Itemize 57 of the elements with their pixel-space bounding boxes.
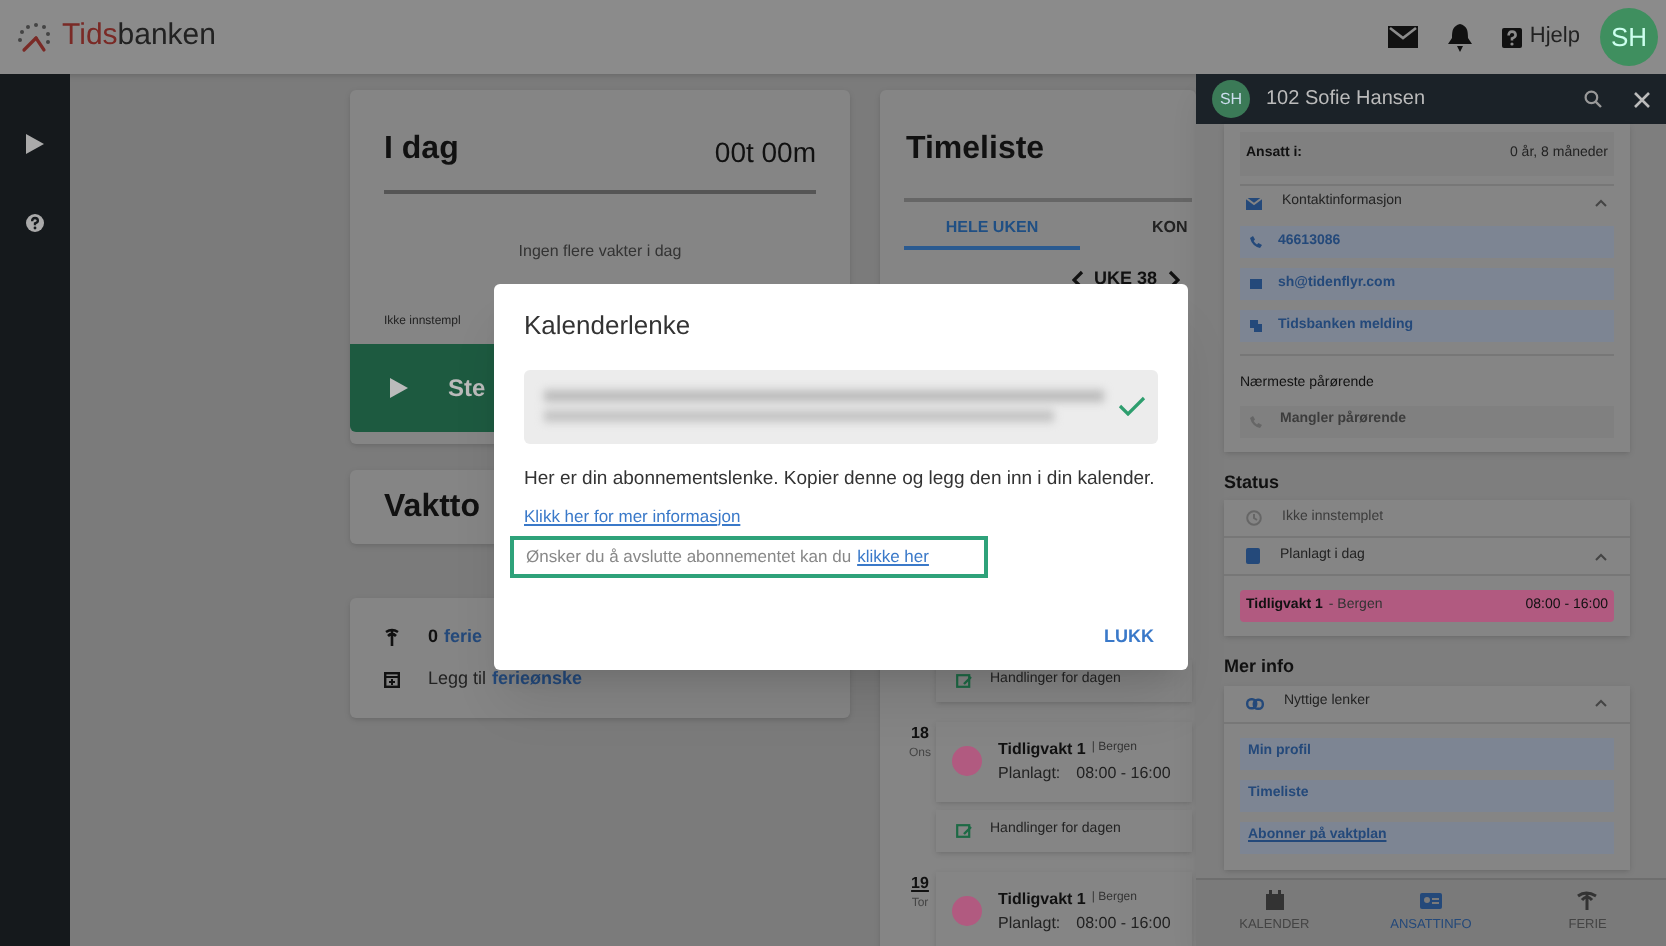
palm-tree-icon: [384, 628, 400, 647]
chevron-icon[interactable]: [1594, 198, 1608, 208]
user-avatar: SH: [1212, 80, 1250, 118]
user-avatar[interactable]: SH: [1600, 8, 1658, 66]
dialog-message: Her er din abonnementslenke. Kopier denne og legg den inn i din kalender.: [524, 465, 1157, 493]
tab[interactable]: KON: [1152, 210, 1188, 250]
unsubscribe-notice: Ønsker du å avslutte abonnementet kan du klikke her: [510, 536, 989, 579]
phone-icon: [1250, 236, 1262, 248]
link-field[interactable]: [524, 369, 1158, 443]
planned-label: Planlagt:: [998, 911, 1061, 935]
dialog-title: Kalenderlenke: [524, 308, 693, 344]
play-icon[interactable]: [26, 134, 44, 154]
help-icon[interactable]: [26, 214, 44, 232]
info-link[interactable]: Klikk her for mer informasjon: [524, 503, 741, 529]
id-card-icon: [1419, 890, 1442, 911]
day-number: 19: [911, 871, 929, 895]
close-icon[interactable]: [1634, 91, 1650, 107]
empty-message: Ingen flere vakter i dag: [516, 240, 684, 264]
employee-name: 102 Sofie Hansen: [1266, 86, 1428, 114]
edit-calendar-icon: [956, 672, 972, 688]
card-title: Timeliste: [906, 130, 1047, 170]
duration-text: 00t 00m: [714, 134, 816, 172]
calendar-add-icon: [384, 669, 400, 688]
phone-icon: [1250, 415, 1262, 427]
chevron-icon[interactable]: [1594, 551, 1608, 561]
day-number: 18: [911, 721, 929, 745]
link-icon: [1246, 697, 1264, 709]
play-icon: [390, 378, 408, 398]
calendar-icon: [1263, 890, 1286, 911]
section-title: Status: [1224, 469, 1282, 495]
edit-calendar-icon: [956, 822, 972, 838]
logo-text: Tidsbanken: [62, 16, 216, 57]
card-title: Vaktto: [384, 487, 481, 527]
chevron-icon[interactable]: [1594, 698, 1608, 708]
vacation-wish-link[interactable]: ferieønske: [492, 665, 583, 692]
unsubscribe-link[interactable]: klikke her: [857, 544, 929, 571]
card-title: I dag: [384, 130, 459, 170]
search-icon[interactable]: [1584, 90, 1602, 108]
vacation-link[interactable]: ferie: [444, 624, 483, 651]
add-label: Legg til: [428, 665, 487, 692]
bell-icon[interactable]: [1447, 23, 1472, 51]
week-label: UKE 38: [1094, 266, 1158, 292]
planned-time: 08:00 - 16:00: [1076, 761, 1171, 785]
mail-icon[interactable]: [1387, 26, 1418, 48]
clock-logo-icon: [16, 21, 52, 53]
planned-time: 08:00 - 16:00: [1076, 911, 1171, 935]
section-title: Mer info: [1224, 654, 1296, 680]
help-button[interactable]: Hjelp: [1501, 20, 1580, 54]
vacation-count: 0: [428, 624, 439, 650]
clock-icon: [1246, 510, 1262, 526]
shift-title: Tidligvakt 1: [998, 887, 1086, 911]
shift-title: Tidligvakt 1: [998, 737, 1086, 761]
planned-label: Planlagt:: [998, 761, 1061, 785]
palm-tree-icon: [1576, 890, 1599, 911]
close-button[interactable]: LUKK: [1094, 623, 1164, 650]
question-icon: [1501, 27, 1522, 47]
tab[interactable]: HELE UKEN: [904, 210, 1080, 250]
